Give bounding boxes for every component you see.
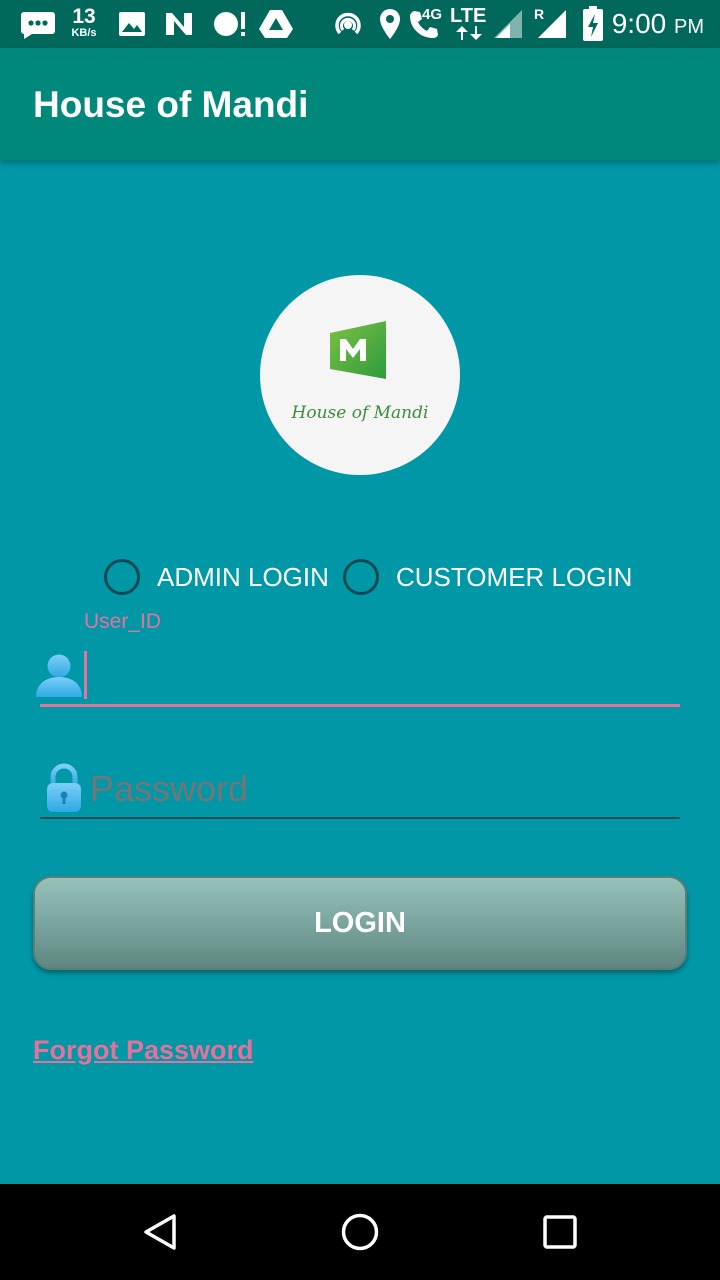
clock: 9:00 PM	[612, 8, 704, 40]
signal-icon	[494, 10, 522, 38]
password-underline	[40, 817, 680, 819]
signal-roaming-icon	[538, 10, 566, 38]
data-arrows-icon	[456, 26, 482, 40]
clock-ampm: PM	[674, 16, 704, 38]
logo-mark-icon	[330, 321, 386, 379]
radio-label-admin[interactable]: ADMIN LOGIN	[157, 562, 329, 593]
net-speed-value: 13	[72, 5, 96, 28]
user-id-label: User_ID	[84, 610, 162, 633]
net-speed-unit: KB/s	[71, 27, 97, 39]
n-icon	[166, 13, 192, 35]
lock-icon	[47, 763, 81, 812]
net-speed: 13 KB/s	[66, 6, 102, 39]
home-icon[interactable]	[340, 1212, 380, 1252]
forgot-password-link[interactable]: Forgot Password	[33, 1035, 254, 1066]
app-logo: House of Mandi	[260, 275, 460, 475]
lte-label: LTE	[450, 5, 487, 27]
login-button[interactable]: LOGIN	[33, 876, 687, 970]
app-title: House of Mandi	[33, 84, 309, 125]
hotspot-icon	[335, 12, 361, 35]
radio-button[interactable]	[343, 559, 379, 595]
network-type: 4G	[422, 6, 443, 23]
location-icon	[380, 9, 400, 39]
status-bar: 13 KB/s 4G LTE R 9:00 PM	[0, 0, 720, 48]
logo-caption: House of Mandi	[291, 403, 429, 423]
back-icon[interactable]	[140, 1212, 180, 1252]
drive-icon	[259, 10, 293, 38]
user-id-input[interactable]	[88, 652, 682, 702]
clock-time: 9:00	[611, 8, 667, 39]
user-icon	[36, 654, 82, 697]
messaging-icon	[21, 12, 55, 39]
password-input[interactable]	[88, 764, 682, 814]
app-bar: House of Mandi	[0, 48, 720, 160]
text-cursor	[84, 651, 87, 699]
notification-icon	[214, 12, 245, 36]
radio-label-customer[interactable]: CUSTOMER LOGIN	[396, 562, 632, 593]
user-id-underline	[40, 704, 680, 707]
radio-button[interactable]	[104, 559, 140, 595]
recents-icon[interactable]	[542, 1214, 578, 1250]
battery-charging-icon	[583, 6, 603, 41]
image-icon	[119, 12, 145, 36]
navigation-bar	[0, 1184, 720, 1280]
